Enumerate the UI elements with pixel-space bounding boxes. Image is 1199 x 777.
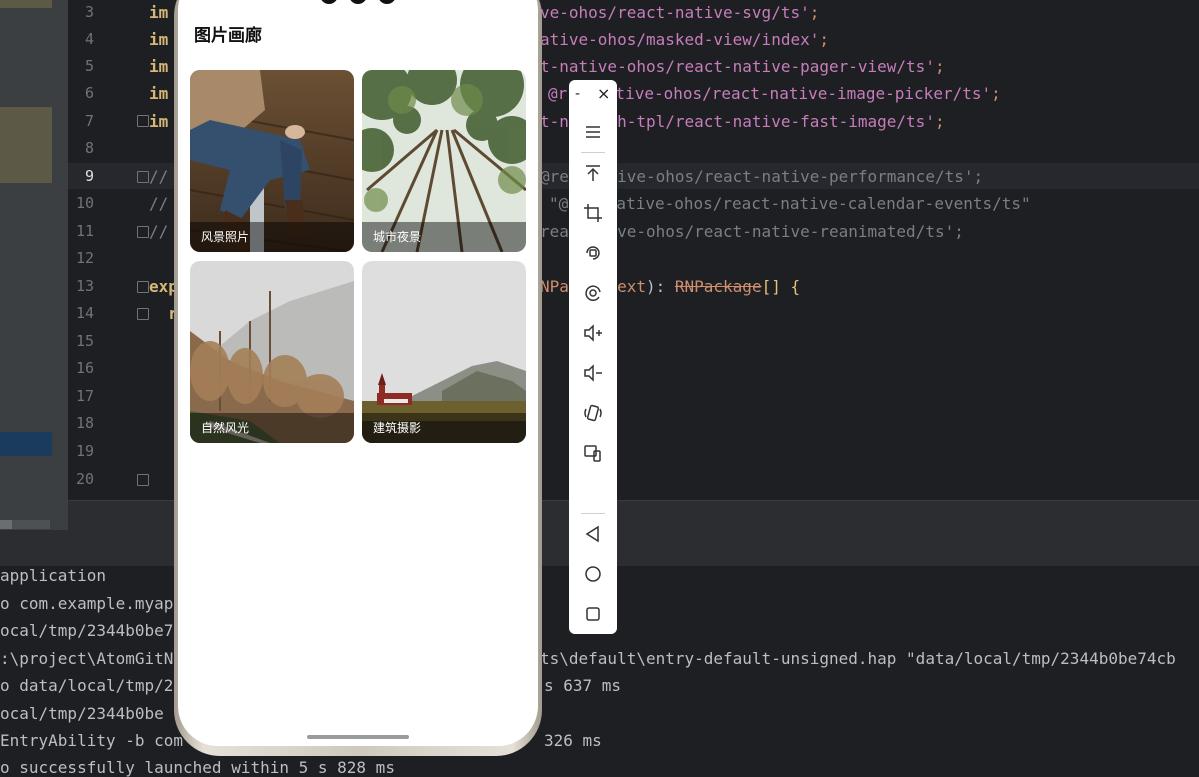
card-label: 建筑摄影 bbox=[373, 421, 422, 435]
code-line: im bbox=[149, 3, 169, 22]
menu-icon[interactable] bbox=[581, 120, 605, 144]
line-number: 4 bbox=[84, 30, 94, 48]
scrollbar-thumb[interactable] bbox=[0, 520, 12, 529]
emulator-toolbar: - × bbox=[569, 80, 617, 634]
console-line: ocal/tmp/2344b0be7 bbox=[0, 621, 174, 640]
back-icon[interactable] bbox=[581, 522, 605, 546]
gallery-card[interactable]: 自然风光 bbox=[190, 261, 354, 443]
line-number: 16 bbox=[75, 359, 94, 377]
gallery-title: 图片画廊 bbox=[194, 26, 262, 46]
volume-down-icon[interactable] bbox=[581, 361, 605, 385]
highlight-block bbox=[0, 0, 52, 8]
line-number: 11 bbox=[75, 222, 94, 240]
console-line: o com.example.myap bbox=[0, 594, 174, 613]
toolbar-divider bbox=[581, 513, 605, 514]
console-line: application bbox=[0, 566, 106, 585]
fold-marker-icon[interactable] bbox=[137, 308, 149, 320]
line-number: 15 bbox=[75, 332, 94, 350]
console-line: EntryAbility -b com bbox=[0, 731, 184, 750]
line-number: 20 bbox=[75, 470, 94, 488]
home-icon[interactable] bbox=[581, 562, 605, 586]
code-comment: "@ -native-ohos/react-native-calendar-ev… bbox=[549, 194, 1031, 213]
console-line: o successfully launched within 5 s 828 m… bbox=[0, 758, 395, 777]
code-line: ative-ohos/masked-view/index'; bbox=[540, 30, 829, 49]
line-number: 3 bbox=[84, 3, 94, 21]
fold-marker-icon[interactable] bbox=[137, 474, 149, 486]
console-line: ocal/tmp/2344b0be bbox=[0, 704, 164, 723]
minimize-button[interactable]: - bbox=[575, 86, 580, 102]
recents-icon[interactable] bbox=[581, 602, 605, 626]
code-comment: // bbox=[149, 194, 169, 213]
line-number: 13 bbox=[75, 277, 94, 295]
camera-icon bbox=[349, 0, 367, 4]
gallery-card[interactable]: 风景照片 bbox=[190, 70, 354, 252]
console-line: ts\default\entry-default-unsigned.hap "d… bbox=[540, 649, 1176, 668]
code-line: im bbox=[149, 30, 169, 49]
rotate-icon[interactable] bbox=[581, 241, 605, 265]
line-number: 17 bbox=[75, 387, 94, 405]
line-number: 7 bbox=[84, 112, 94, 130]
home-indicator[interactable] bbox=[307, 735, 409, 739]
code-comment: // bbox=[149, 222, 169, 241]
card-label: 自然风光 bbox=[201, 421, 250, 435]
line-number-current: 9 bbox=[84, 167, 94, 185]
selected-row[interactable] bbox=[0, 432, 52, 456]
line-number: 18 bbox=[75, 414, 94, 432]
camera-cutouts bbox=[320, 0, 400, 4]
code-comment: // bbox=[149, 167, 169, 186]
line-number: 8 bbox=[84, 139, 94, 157]
code-line: im bbox=[149, 57, 169, 76]
console-line: o data/local/tmp/2 bbox=[0, 676, 174, 695]
card-label: 城市夜景 bbox=[373, 230, 422, 244]
line-number: 6 bbox=[84, 84, 94, 102]
gallery-card[interactable]: 建筑摄影 bbox=[362, 261, 526, 443]
project-panel-strip bbox=[0, 0, 68, 530]
code-line: im bbox=[149, 112, 169, 131]
card-label: 风景照片 bbox=[201, 230, 250, 244]
close-button[interactable]: × bbox=[597, 84, 610, 103]
line-number: 14 bbox=[75, 304, 94, 322]
gallery-card[interactable]: 城市夜景 bbox=[362, 70, 526, 252]
to-top-icon[interactable] bbox=[581, 161, 605, 185]
line-number: 19 bbox=[75, 442, 94, 460]
multi-device-icon[interactable] bbox=[581, 441, 605, 465]
screenshot-icon[interactable] bbox=[581, 281, 605, 305]
camera-icon bbox=[320, 0, 338, 4]
line-number: 12 bbox=[75, 249, 94, 267]
fold-marker-icon[interactable] bbox=[137, 115, 149, 127]
code-line: t-native-ohos/react-native-pager-view/ts… bbox=[540, 57, 945, 76]
line-number: 10 bbox=[75, 194, 94, 212]
crop-icon[interactable] bbox=[581, 201, 605, 225]
fold-marker-icon[interactable] bbox=[137, 226, 149, 238]
volume-up-icon[interactable] bbox=[581, 321, 605, 345]
code-line: ve-ohos/react-native-svg/ts'; bbox=[540, 3, 820, 22]
console-line: :\project\AtomGitN bbox=[0, 649, 174, 668]
shake-icon[interactable] bbox=[581, 401, 605, 425]
fold-marker-icon[interactable] bbox=[137, 171, 149, 183]
code-line: im bbox=[149, 84, 169, 103]
toolbar-divider bbox=[581, 152, 605, 153]
console-line: s 637 ms bbox=[544, 676, 622, 695]
fold-marker-icon[interactable] bbox=[137, 281, 149, 293]
highlight-block bbox=[0, 107, 52, 183]
camera-icon bbox=[378, 0, 396, 4]
console-line: 326 ms bbox=[544, 731, 602, 750]
line-number: 5 bbox=[84, 57, 94, 75]
